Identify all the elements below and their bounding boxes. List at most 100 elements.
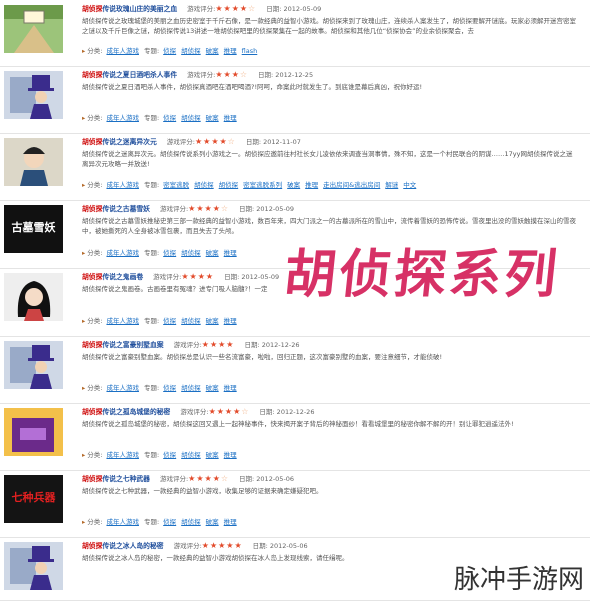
- tag-link[interactable]: 成年人游戏: [106, 181, 139, 189]
- star-icon: ★: [223, 70, 232, 79]
- topic-label: 专题:: [143, 317, 160, 325]
- tag-link[interactable]: 胡侦探: [181, 384, 201, 392]
- game-title-link[interactable]: 胡侦探传说之古墓雪妖: [82, 205, 150, 213]
- tag-link[interactable]: 侦探: [163, 317, 176, 325]
- tag-link[interactable]: 推理: [224, 451, 237, 459]
- tag-link[interactable]: 胡侦探: [181, 518, 201, 526]
- tag-link[interactable]: 解谜: [385, 181, 398, 189]
- game-thumbnail[interactable]: [4, 408, 63, 456]
- rating-label: 游戏评分:: [159, 475, 189, 483]
- game-title-link[interactable]: 胡侦探传说之鬼画卷: [82, 273, 143, 281]
- game-thumbnail[interactable]: 七种兵器: [4, 475, 63, 523]
- rating-label: 游戏评分:: [187, 5, 216, 13]
- game-title-link[interactable]: 胡侦探传说之七种武器: [82, 475, 150, 483]
- star-icon: ★: [226, 340, 235, 349]
- game-title-link[interactable]: 胡侦探传说之富豪别墅血案: [82, 341, 164, 349]
- tag-link[interactable]: 侦探: [163, 384, 176, 392]
- bullet-icon: ▸: [82, 518, 86, 526]
- tag-link[interactable]: 成年人游戏: [106, 249, 139, 257]
- tag-link[interactable]: 中文: [403, 181, 416, 189]
- game-title-link[interactable]: 胡侦探传说之夏日酒吧杀人事件: [82, 71, 177, 79]
- tag-link[interactable]: 胡侦探: [194, 181, 214, 189]
- game-thumbnail[interactable]: [4, 542, 63, 590]
- game-thumbnail[interactable]: 古墓雪妖: [4, 205, 63, 253]
- game-thumbnail[interactable]: [4, 71, 63, 119]
- tag-link[interactable]: 胡侦探: [181, 249, 201, 257]
- tag-link[interactable]: 胡侦探: [181, 317, 201, 325]
- tag-link[interactable]: flash: [242, 47, 258, 55]
- star-icon: ★: [204, 204, 213, 213]
- title-text: 传说之鬼画卷: [102, 273, 144, 281]
- tags-label: 分类:: [87, 384, 103, 392]
- tag-link[interactable]: 侦探: [163, 47, 176, 55]
- tag-link[interactable]: 破案: [206, 114, 219, 122]
- game-thumbnail[interactable]: [4, 273, 63, 321]
- game-date: 日期: 2012-05-09: [224, 273, 280, 281]
- game-thumbnail[interactable]: [4, 341, 63, 389]
- game-title-link[interactable]: 胡侦探传说之孤岛城堡的秘密: [82, 408, 170, 416]
- rating-stars: ★★★★★: [202, 541, 243, 550]
- tag-link[interactable]: 成年人游戏: [106, 317, 139, 325]
- rating-stars: ★★★★☆: [195, 137, 236, 146]
- game-title-link[interactable]: 胡侦探传说之冰人岛的秘密: [82, 542, 164, 550]
- game-title-line: 胡侦探传说之迷离异次元 游戏评分:★★★★☆ 日期: 2012-11-07: [82, 137, 301, 147]
- game-date: 日期: 2012-12-25: [258, 71, 314, 79]
- topic-label: 专题:: [143, 451, 160, 459]
- tag-link[interactable]: 推理: [224, 384, 237, 392]
- tag-link[interactable]: 破案: [206, 384, 219, 392]
- rating-label: 游戏评分:: [166, 138, 195, 146]
- game-title-link[interactable]: 胡侦探传说之迷离异次元: [82, 138, 157, 146]
- tag-link[interactable]: 推理: [224, 317, 237, 325]
- tag-link[interactable]: 破案: [206, 518, 219, 526]
- tag-link[interactable]: 胡侦探: [181, 114, 201, 122]
- tag-link[interactable]: 成年人游戏: [106, 114, 139, 122]
- game-date: 日期: 2012-05-06: [239, 475, 295, 483]
- star-icon: ★: [201, 340, 210, 349]
- tag-link[interactable]: 密室逃脱: [163, 181, 189, 189]
- tag-link[interactable]: 侦探: [163, 451, 176, 459]
- topic-label: 专题:: [143, 47, 160, 55]
- star-icon: ★: [204, 474, 213, 483]
- rating-label: 游戏评分:: [173, 341, 202, 349]
- title-text: 传说玫瑰山庄的美丽之血: [102, 5, 178, 13]
- game-tags: ▸ 分类: 成年人游戏 专题: 密室逃脱 胡侦探 胡侦探 密室逃脱系列 破案 推理 走出房间&逃出房…: [82, 180, 421, 190]
- tag-link[interactable]: 成年人游戏: [106, 47, 139, 55]
- tag-link[interactable]: 密室逃脱系列: [243, 181, 282, 189]
- tag-link[interactable]: 破案: [287, 181, 300, 189]
- tag-link[interactable]: 破案: [206, 249, 219, 257]
- game-list-item: 胡侦探传说之孤岛城堡的秘密 游戏评分:★★★★☆ 日期: 2012-12-26 胡侦探…: [0, 403, 590, 471]
- star-icon: ★: [215, 70, 224, 79]
- tag-link[interactable]: 成年人游戏: [106, 384, 139, 392]
- tag-link[interactable]: 推理: [224, 47, 237, 55]
- game-title-link[interactable]: 胡侦探传说玫瑰山庄的美丽之血: [82, 5, 177, 13]
- game-thumbnail[interactable]: [4, 138, 63, 186]
- tag-link[interactable]: 推理: [224, 518, 237, 526]
- tag-link[interactable]: 胡侦探: [181, 451, 201, 459]
- tag-link[interactable]: 走出房间&逃出房间: [323, 181, 380, 189]
- tag-link[interactable]: 侦探: [163, 249, 176, 257]
- tag-link[interactable]: 成年人游戏: [106, 518, 139, 526]
- star-empty-icon: ☆: [220, 204, 230, 213]
- title-keyword: 胡侦探: [82, 5, 103, 13]
- star-icon: ★: [197, 272, 206, 281]
- tag-link[interactable]: 破案: [206, 451, 219, 459]
- bullet-icon: ▸: [82, 384, 86, 392]
- title-text: 传说之迷离异次元: [102, 138, 157, 146]
- tag-link[interactable]: 胡侦探: [219, 181, 239, 189]
- topic-label: 专题:: [143, 249, 160, 257]
- tag-link[interactable]: 侦探: [163, 114, 176, 122]
- tags-label: 分类:: [87, 47, 103, 55]
- tag-link[interactable]: 成年人游戏: [106, 451, 139, 459]
- game-title-line: 胡侦探传说之冰人岛的秘密 游戏评分:★★★★★ 日期: 2012-05-06: [82, 541, 308, 551]
- game-date: 日期: 2012-11-07: [245, 138, 301, 146]
- game-title-line: 胡侦探传说玫瑰山庄的美丽之血 游戏评分:★★★★☆ 日期: 2012-05-09: [82, 4, 321, 14]
- tag-link[interactable]: 破案: [206, 47, 219, 55]
- tag-link[interactable]: 推理: [305, 181, 318, 189]
- tag-link[interactable]: 胡侦探: [181, 47, 201, 55]
- tag-link[interactable]: 破案: [206, 317, 219, 325]
- tag-link[interactable]: 推理: [224, 114, 237, 122]
- game-thumbnail[interactable]: [4, 5, 63, 53]
- game-description: 胡侦探传说之七种武器，一款经典的益智小游戏，收集足够的证据来确定嫌疑犯吧。: [82, 487, 323, 495]
- tag-link[interactable]: 推理: [224, 249, 237, 257]
- tag-link[interactable]: 侦探: [163, 518, 176, 526]
